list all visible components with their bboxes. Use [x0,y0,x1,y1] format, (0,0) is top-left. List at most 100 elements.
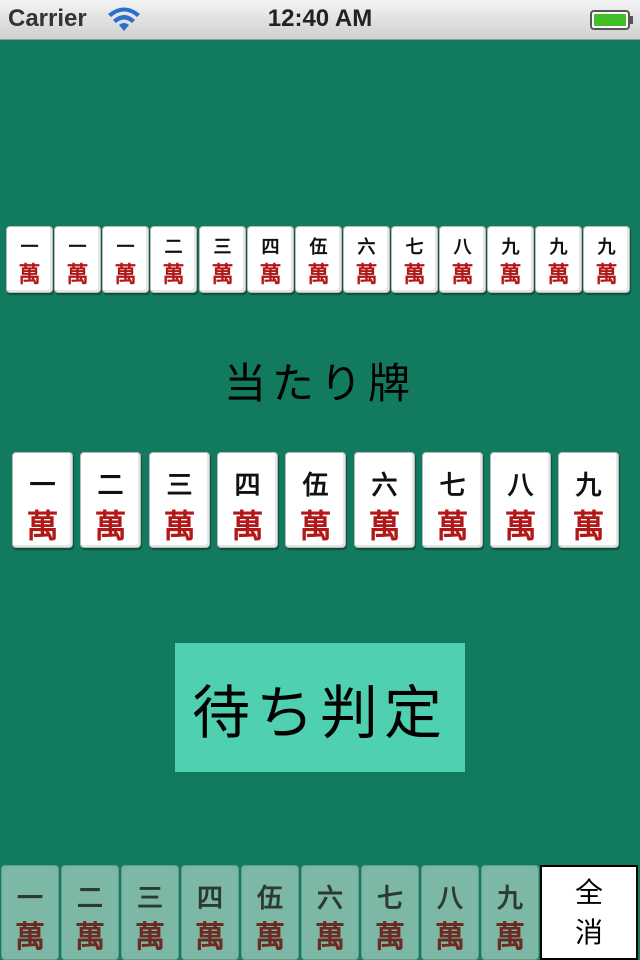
clear-all-button[interactable]: 全 消 [540,865,638,960]
tile-number: 伍 [302,471,329,501]
tile-number: 一 [68,237,87,258]
hand-tile: 九萬 [583,226,630,293]
tile-suit: 萬 [368,507,401,545]
palette-tile-button[interactable]: 七萬 [361,865,419,960]
tile-suit: 萬 [435,920,465,955]
status-bar: Carrier 12:40 AM [0,0,640,40]
tile-suit: 萬 [195,920,225,955]
hand-tile: 一萬 [102,226,149,293]
tile-suit: 萬 [595,262,618,288]
tile-number: 九 [501,237,520,258]
tile-suit: 萬 [375,920,405,955]
palette-tile-button[interactable]: 四萬 [181,865,239,960]
winning-tile: 九萬 [558,452,619,548]
winning-tile: 伍萬 [285,452,346,548]
tile-suit: 萬 [75,920,105,955]
hand-tile: 四萬 [247,226,294,293]
tile-number: 九 [496,884,523,914]
palette-tile-button[interactable]: 八萬 [421,865,479,960]
tile-number: 七 [376,884,403,914]
tile-suit: 萬 [66,262,89,288]
winning-tile: 一萬 [12,452,73,548]
hand-tiles-row: 一萬一萬一萬二萬三萬四萬伍萬六萬七萬八萬九萬九萬九萬 [6,226,634,294]
tile-number: 九 [597,237,616,258]
tile-number: 一 [29,471,56,501]
tile-suit: 萬 [211,262,234,288]
winning-tiles-row: 一萬二萬三萬四萬伍萬六萬七萬八萬九萬 [12,452,632,550]
tile-number: 八 [507,471,534,501]
winning-tile: 八萬 [490,452,551,548]
tile-number: 八 [436,884,463,914]
hand-tile: 九萬 [535,226,582,293]
tile-number: 四 [196,884,223,914]
tile-number: 六 [316,884,343,914]
tile-suit: 萬 [451,262,474,288]
tile-suit: 萬 [15,920,45,955]
tile-number: 六 [357,237,376,258]
tile-number: 四 [234,471,261,501]
hand-tile: 二萬 [150,226,197,293]
tile-number: 二 [97,471,124,501]
hand-tile: 七萬 [391,226,438,293]
tile-number: 三 [166,471,193,501]
hand-tile: 伍萬 [295,226,342,293]
clear-label-line1: 全 [574,875,603,909]
tile-number: 九 [575,471,602,501]
palette-tile-button[interactable]: 九萬 [481,865,539,960]
winning-tile: 四萬 [217,452,278,548]
tile-suit: 萬 [163,507,196,545]
tile-suit: 萬 [495,920,525,955]
palette-tile-button[interactable]: 伍萬 [241,865,299,960]
tile-number: 一 [20,237,39,258]
battery-full-icon [590,10,633,30]
tile-number: 伍 [256,884,283,914]
winning-tile: 三萬 [149,452,210,548]
hand-tile: 六萬 [343,226,390,293]
tile-number: 八 [453,237,472,258]
palette-tile-button[interactable]: 二萬 [61,865,119,960]
tile-suit: 萬 [255,920,285,955]
tile-number: 三 [213,237,232,258]
hand-tile: 八萬 [439,226,486,293]
wait-judge-button[interactable]: 待ち判定 [175,643,465,772]
tile-number: 四 [261,237,280,258]
tile-suit: 萬 [403,262,426,288]
tile-suit: 萬 [499,262,522,288]
tile-number: 一 [16,884,43,914]
hand-tile: 一萬 [54,226,101,293]
tile-suit: 萬 [162,262,185,288]
tile-number: 伍 [309,237,328,258]
tile-suit: 萬 [94,507,127,545]
hand-tile: 一萬 [6,226,53,293]
clear-label-line2: 消 [574,915,603,949]
hand-tile: 九萬 [487,226,534,293]
winning-tile: 二萬 [80,452,141,548]
tile-number: 七 [405,237,424,258]
tile-suit: 萬 [299,507,332,545]
tile-suit: 萬 [114,262,137,288]
tile-suit: 萬 [355,262,378,288]
winning-tile: 六萬 [354,452,415,548]
tile-suit: 萬 [572,507,605,545]
tile-suit: 萬 [504,507,537,545]
winning-tile: 七萬 [422,452,483,548]
hand-tile: 三萬 [199,226,246,293]
tile-number: 六 [371,471,398,501]
tile-suit: 萬 [26,507,59,545]
clock-time: 12:40 AM [267,5,373,32]
tile-suit: 萬 [18,262,41,288]
tile-number: 七 [439,471,466,501]
tile-number: 二 [164,237,183,258]
tile-suit: 萬 [231,507,264,545]
tile-suit: 萬 [315,920,345,955]
palette-tile-button[interactable]: 一萬 [1,865,59,960]
tile-number: 九 [549,237,568,258]
palette-tile-button[interactable]: 六萬 [301,865,359,960]
tile-number: 三 [136,884,163,914]
palette-tile-button[interactable]: 三萬 [121,865,179,960]
tile-suit: 萬 [436,507,469,545]
winning-tiles-title: 当たり牌 [223,359,416,408]
tile-suit: 萬 [135,920,165,955]
tile-suit: 萬 [547,262,570,288]
tile-suit: 萬 [307,262,330,288]
